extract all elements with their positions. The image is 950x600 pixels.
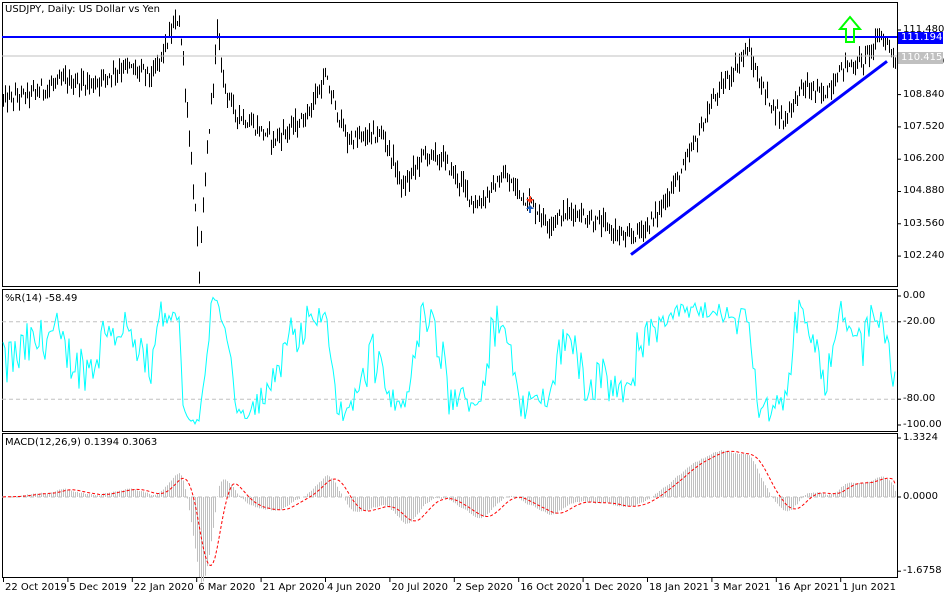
macd-signal-line [2, 450, 896, 567]
chart-title: USDJPY, Daily: US Dollar vs Yen [5, 4, 160, 15]
time-axis-label: 16 Oct 2020 [520, 582, 583, 593]
time-axis-label: 16 Apr 2021 [777, 582, 840, 593]
price-axis-label: 102.240 [903, 250, 945, 262]
wpr-title: %R(14) -58.49 [5, 293, 78, 304]
price-axis-label: 104.880 [903, 185, 945, 197]
up-arrow-icon [837, 15, 863, 43]
chart-canvas [2, 2, 901, 583]
price-axis-label: 106.200 [903, 153, 945, 165]
bid-price-tag: 110.415 [898, 52, 943, 64]
macd-axis-label: 0.0000 [903, 491, 938, 502]
wpr-axis-label: -100.00 [903, 419, 942, 430]
wpr-axis-label: 0.00 [903, 290, 926, 301]
time-axis-label: 1 Jun 2021 [842, 582, 896, 593]
time-axis-label: 22 Oct 2019 [5, 582, 67, 593]
macd-title: MACD(12,26,9) 0.1394 0.3063 [5, 437, 158, 448]
time-axis-label: 2 Sep 2020 [455, 582, 513, 593]
macd-axis-label: 1.3324 [903, 432, 938, 443]
time-axis-label: 5 Dec 2019 [69, 582, 127, 593]
wpr-line [2, 296, 896, 426]
time-axis-label: 6 Mar 2020 [198, 582, 256, 593]
macd-panel [2, 433, 898, 578]
time-axis-label: 3 Mar 2021 [713, 582, 771, 593]
price-axis-label: 103.560 [903, 217, 945, 229]
macd-axis-label: -1.6758 [903, 565, 942, 577]
time-axis-label: 20 Jul 2020 [391, 582, 448, 593]
price-axis-label: 108.840 [903, 88, 945, 100]
time-axis-label: 21 Apr 2020 [262, 582, 325, 593]
trendline [630, 60, 888, 256]
main-panel [2, 2, 898, 287]
time-axis-label: 18 Jan 2021 [649, 582, 709, 593]
wpr-axis-label: -20.00 [903, 315, 936, 327]
price-axis-label: 107.520 [903, 120, 945, 132]
hline-price-tag: 111.194 [898, 32, 943, 44]
time-axis-label: 1 Dec 2020 [584, 582, 643, 593]
time-axis-label: 4 Jun 2020 [327, 582, 381, 593]
time-axis-label: 22 Jan 2020 [133, 582, 194, 593]
wpr-axis-label: -80.00 [903, 393, 936, 405]
